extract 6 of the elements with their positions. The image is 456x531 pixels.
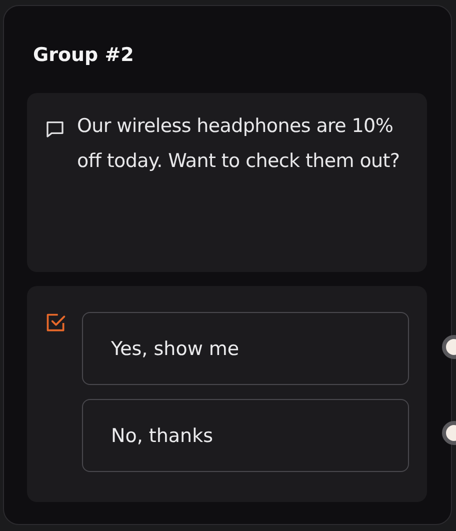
checkbox-icon (45, 312, 67, 334)
message-icon (45, 119, 65, 139)
choice-button[interactable]: Yes, show me (82, 312, 409, 385)
choice-button[interactable]: No, thanks (82, 399, 409, 472)
message-text: Our wireless headphones are 10% off today. Want to check them out? (77, 114, 401, 174)
node-title: Group #2 (33, 43, 135, 68)
